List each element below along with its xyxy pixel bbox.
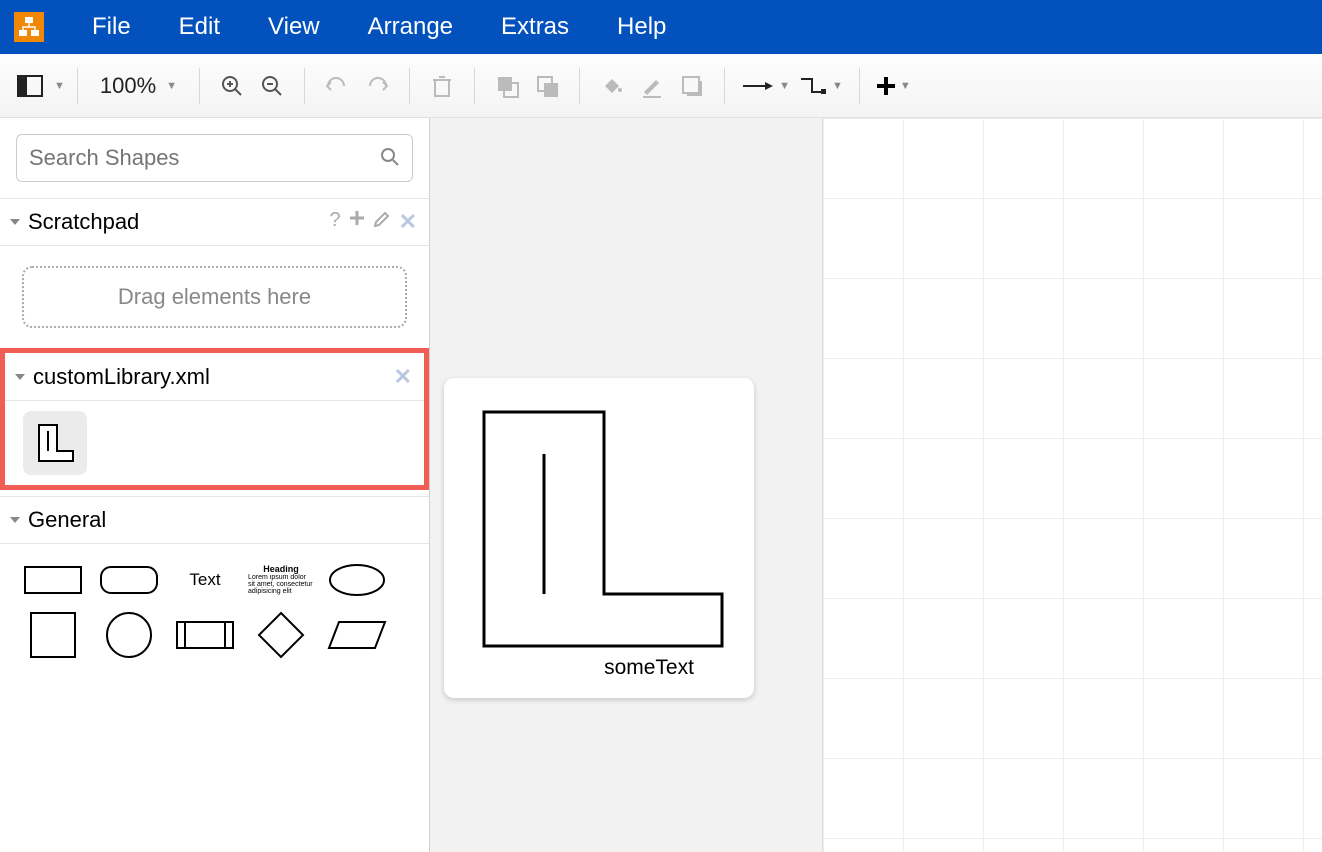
caret-down-icon: ▼ <box>779 80 790 92</box>
menu-view[interactable]: View <box>268 13 320 41</box>
sidebar-toggle-button[interactable] <box>10 66 50 106</box>
canvas-area: someText <box>430 118 1322 852</box>
search-input[interactable] <box>29 145 380 171</box>
heading-body: Lorem ipsum dolor sit amet, consectetur … <box>248 574 314 595</box>
general-shapes-grid: Text Heading Lorem ipsum dolor sit amet,… <box>0 544 429 676</box>
undo-button[interactable] <box>317 66 357 106</box>
custom-library-section-highlight: customLibrary.xml ✕ <box>0 348 429 490</box>
menu-edit[interactable]: Edit <box>179 13 220 41</box>
toolbar-separator <box>409 68 410 104</box>
main-area: Scratchpad ? ✕ Drag elements here custom… <box>0 118 1322 852</box>
close-icon[interactable]: ✕ <box>394 364 412 390</box>
shape-heading[interactable]: Heading Lorem ipsum dolor sit amet, cons… <box>248 560 314 600</box>
caret-down-icon: ▼ <box>166 80 177 92</box>
toolbar-separator <box>304 68 305 104</box>
help-icon[interactable]: ? <box>329 209 340 235</box>
zoom-in-button[interactable] <box>212 66 252 106</box>
section-custom-library-header[interactable]: customLibrary.xml ✕ <box>5 353 424 401</box>
caret-down-icon <box>10 517 20 523</box>
drawing-canvas[interactable] <box>822 118 1322 852</box>
shape-preview-label: someText <box>604 656 694 680</box>
shape-rounded-rectangle[interactable] <box>96 560 162 600</box>
toolbar-separator <box>724 68 725 104</box>
connection-style-button[interactable]: ▼ <box>737 66 794 106</box>
menu-arrange[interactable]: Arrange <box>368 13 453 41</box>
menu-help[interactable]: Help <box>617 13 666 41</box>
caret-down-icon: ▼ <box>832 80 843 92</box>
shape-ellipse[interactable] <box>324 560 390 600</box>
edit-icon[interactable] <box>373 209 391 235</box>
shape-process[interactable] <box>172 610 238 660</box>
toolbar-separator <box>579 68 580 104</box>
section-general-header[interactable]: General <box>0 496 429 544</box>
custom-shape-thumbnail[interactable] <box>23 411 87 475</box>
section-scratchpad-header[interactable]: Scratchpad ? ✕ <box>0 198 429 246</box>
toolbar-separator <box>859 68 860 104</box>
section-title: customLibrary.xml <box>33 364 394 390</box>
zoom-value: 100% <box>100 73 156 99</box>
zoom-dropdown[interactable]: 100% ▼ <box>90 73 187 99</box>
shape-diamond[interactable] <box>248 610 314 660</box>
shape-parallelogram[interactable] <box>324 610 390 660</box>
section-title: Scratchpad <box>28 209 329 235</box>
sidebar: Scratchpad ? ✕ Drag elements here custom… <box>0 118 430 852</box>
section-title: General <box>28 507 417 533</box>
caret-down-icon: ▼ <box>900 80 911 92</box>
shadow-button[interactable] <box>672 66 712 106</box>
shape-preview-svg <box>474 404 724 654</box>
shape-circle[interactable] <box>96 610 162 660</box>
shape-preview-tooltip: someText <box>444 378 754 698</box>
shape-square[interactable] <box>20 610 86 660</box>
shape-rectangle[interactable] <box>20 560 86 600</box>
to-back-button[interactable] <box>527 66 567 106</box>
heading-label: Heading <box>263 565 299 574</box>
caret-down-icon <box>10 219 20 225</box>
zoom-out-button[interactable] <box>252 66 292 106</box>
caret-down-icon: ▼ <box>54 80 65 92</box>
menu-file[interactable]: File <box>92 13 131 41</box>
fill-color-button[interactable] <box>592 66 632 106</box>
to-front-button[interactable] <box>487 66 527 106</box>
redo-button[interactable] <box>357 66 397 106</box>
add-icon[interactable] <box>349 209 365 235</box>
scratchpad-dropzone[interactable]: Drag elements here <box>22 266 407 328</box>
toolbar: ▼ 100% ▼ ▼ ▼ <box>0 54 1322 118</box>
search-icon <box>380 147 400 170</box>
toolbar-separator <box>199 68 200 104</box>
menu-extras[interactable]: Extras <box>501 13 569 41</box>
search-shapes-field[interactable] <box>16 134 413 182</box>
toolbar-separator <box>474 68 475 104</box>
menubar: File Edit View Arrange Extras Help <box>0 0 1322 54</box>
shape-text[interactable]: Text <box>172 560 238 600</box>
close-icon[interactable]: ✕ <box>399 209 417 235</box>
caret-down-icon <box>15 374 25 380</box>
toolbar-separator <box>77 68 78 104</box>
app-logo[interactable] <box>14 12 44 42</box>
line-color-button[interactable] <box>632 66 672 106</box>
delete-button[interactable] <box>422 66 462 106</box>
waypoint-style-button[interactable]: ▼ <box>794 66 847 106</box>
add-button[interactable]: ▼ <box>872 66 915 106</box>
